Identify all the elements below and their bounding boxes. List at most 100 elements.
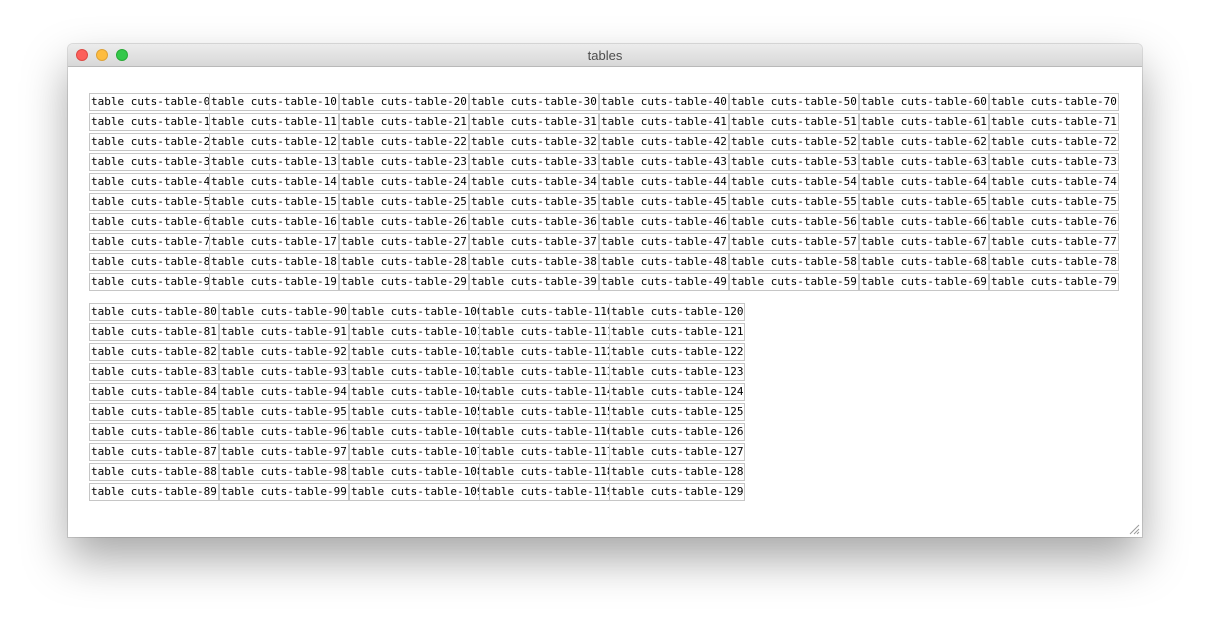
table-cell[interactable]: table cuts-table-65 [859,193,989,211]
table-cell[interactable]: table cuts-table-48 [599,253,729,271]
table-cell[interactable]: table cuts-table-101 [349,323,486,341]
table-cell[interactable]: table cuts-table-129 [609,483,746,501]
table-cell[interactable]: table cuts-table-7 [89,233,213,251]
table-cell[interactable]: table cuts-table-18 [209,253,339,271]
table-cell[interactable]: table cuts-table-67 [859,233,989,251]
table-cell[interactable]: table cuts-table-49 [599,273,729,291]
table-cell[interactable]: table cuts-table-119 [479,483,616,501]
table-cell[interactable]: table cuts-table-37 [469,233,599,251]
table-cell[interactable]: table cuts-table-20 [339,93,469,111]
table-cell[interactable]: table cuts-table-85 [89,403,219,421]
table-cell[interactable]: table cuts-table-69 [859,273,989,291]
table-cell[interactable]: table cuts-table-8 [89,253,213,271]
table-cell[interactable]: table cuts-table-81 [89,323,219,341]
table-cell[interactable]: table cuts-table-60 [859,93,989,111]
table-cell[interactable]: table cuts-table-24 [339,173,469,191]
table-cell[interactable]: table cuts-table-6 [89,213,213,231]
table-cell[interactable]: table cuts-table-0 [89,93,213,111]
table-cell[interactable]: table cuts-table-56 [729,213,859,231]
table-cell[interactable]: table cuts-table-91 [219,323,349,341]
table-cell[interactable]: table cuts-table-110 [479,303,616,321]
table-cell[interactable]: table cuts-table-106 [349,423,486,441]
table-cell[interactable]: table cuts-table-26 [339,213,469,231]
table-cell[interactable]: table cuts-table-100 [349,303,486,321]
table-cell[interactable]: table cuts-table-43 [599,153,729,171]
table-cell[interactable]: table cuts-table-45 [599,193,729,211]
table-cell[interactable]: table cuts-table-23 [339,153,469,171]
table-cell[interactable]: table cuts-table-41 [599,113,729,131]
table-cell[interactable]: table cuts-table-104 [349,383,486,401]
table-cell[interactable]: table cuts-table-30 [469,93,599,111]
table-cell[interactable]: table cuts-table-120 [609,303,746,321]
table-cell[interactable]: table cuts-table-117 [479,443,616,461]
table-cell[interactable]: table cuts-table-2 [89,133,213,151]
table-cell[interactable]: table cuts-table-88 [89,463,219,481]
table-cell[interactable]: table cuts-table-76 [989,213,1119,231]
table-cell[interactable]: table cuts-table-32 [469,133,599,151]
table-cell[interactable]: table cuts-table-122 [609,343,746,361]
table-cell[interactable]: table cuts-table-36 [469,213,599,231]
table-cell[interactable]: table cuts-table-61 [859,113,989,131]
table-cell[interactable]: table cuts-table-128 [609,463,746,481]
table-cell[interactable]: table cuts-table-17 [209,233,339,251]
table-cell[interactable]: table cuts-table-38 [469,253,599,271]
table-cell[interactable]: table cuts-table-58 [729,253,859,271]
table-cell[interactable]: table cuts-table-12 [209,133,339,151]
table-cell[interactable]: table cuts-table-54 [729,173,859,191]
table-cell[interactable]: table cuts-table-118 [479,463,616,481]
table-cell[interactable]: table cuts-table-22 [339,133,469,151]
table-cell[interactable]: table cuts-table-72 [989,133,1119,151]
table-cell[interactable]: table cuts-table-123 [609,363,746,381]
table-cell[interactable]: table cuts-table-4 [89,173,213,191]
table-cell[interactable]: table cuts-table-108 [349,463,486,481]
table-cell[interactable]: table cuts-table-111 [479,323,616,341]
table-cell[interactable]: table cuts-table-78 [989,253,1119,271]
table-cell[interactable]: table cuts-table-93 [219,363,349,381]
table-cell[interactable]: table cuts-table-80 [89,303,219,321]
table-cell[interactable]: table cuts-table-31 [469,113,599,131]
table-cell[interactable]: table cuts-table-90 [219,303,349,321]
table-cell[interactable]: table cuts-table-112 [479,343,616,361]
table-cell[interactable]: table cuts-table-114 [479,383,616,401]
table-cell[interactable]: table cuts-table-125 [609,403,746,421]
table-cell[interactable]: table cuts-table-68 [859,253,989,271]
table-cell[interactable]: table cuts-table-97 [219,443,349,461]
table-cell[interactable]: table cuts-table-33 [469,153,599,171]
table-cell[interactable]: table cuts-table-124 [609,383,746,401]
table-cell[interactable]: table cuts-table-46 [599,213,729,231]
table-cell[interactable]: table cuts-table-44 [599,173,729,191]
table-cell[interactable]: table cuts-table-105 [349,403,486,421]
table-cell[interactable]: table cuts-table-116 [479,423,616,441]
table-cell[interactable]: table cuts-table-35 [469,193,599,211]
table-cell[interactable]: table cuts-table-47 [599,233,729,251]
table-cell[interactable]: table cuts-table-89 [89,483,219,501]
table-cell[interactable]: table cuts-table-94 [219,383,349,401]
table-cell[interactable]: table cuts-table-34 [469,173,599,191]
table-cell[interactable]: table cuts-table-59 [729,273,859,291]
table-cell[interactable]: table cuts-table-15 [209,193,339,211]
table-cell[interactable]: table cuts-table-21 [339,113,469,131]
table-cell[interactable]: table cuts-table-50 [729,93,859,111]
table-cell[interactable]: table cuts-table-13 [209,153,339,171]
table-cell[interactable]: table cuts-table-121 [609,323,746,341]
table-cell[interactable]: table cuts-table-9 [89,273,213,291]
table-cell[interactable]: table cuts-table-53 [729,153,859,171]
table-cell[interactable]: table cuts-table-14 [209,173,339,191]
table-cell[interactable]: table cuts-table-5 [89,193,213,211]
table-cell[interactable]: table cuts-table-92 [219,343,349,361]
table-cell[interactable]: table cuts-table-39 [469,273,599,291]
table-cell[interactable]: table cuts-table-1 [89,113,213,131]
table-cell[interactable]: table cuts-table-16 [209,213,339,231]
table-cell[interactable]: table cuts-table-70 [989,93,1119,111]
table-cell[interactable]: table cuts-table-87 [89,443,219,461]
table-cell[interactable]: table cuts-table-103 [349,363,486,381]
table-cell[interactable]: table cuts-table-28 [339,253,469,271]
table-cell[interactable]: table cuts-table-126 [609,423,746,441]
table-cell[interactable]: table cuts-table-79 [989,273,1119,291]
table-cell[interactable]: table cuts-table-66 [859,213,989,231]
table-cell[interactable]: table cuts-table-98 [219,463,349,481]
table-cell[interactable]: table cuts-table-99 [219,483,349,501]
table-cell[interactable]: table cuts-table-115 [479,403,616,421]
table-cell[interactable]: table cuts-table-10 [209,93,339,111]
table-cell[interactable]: table cuts-table-25 [339,193,469,211]
